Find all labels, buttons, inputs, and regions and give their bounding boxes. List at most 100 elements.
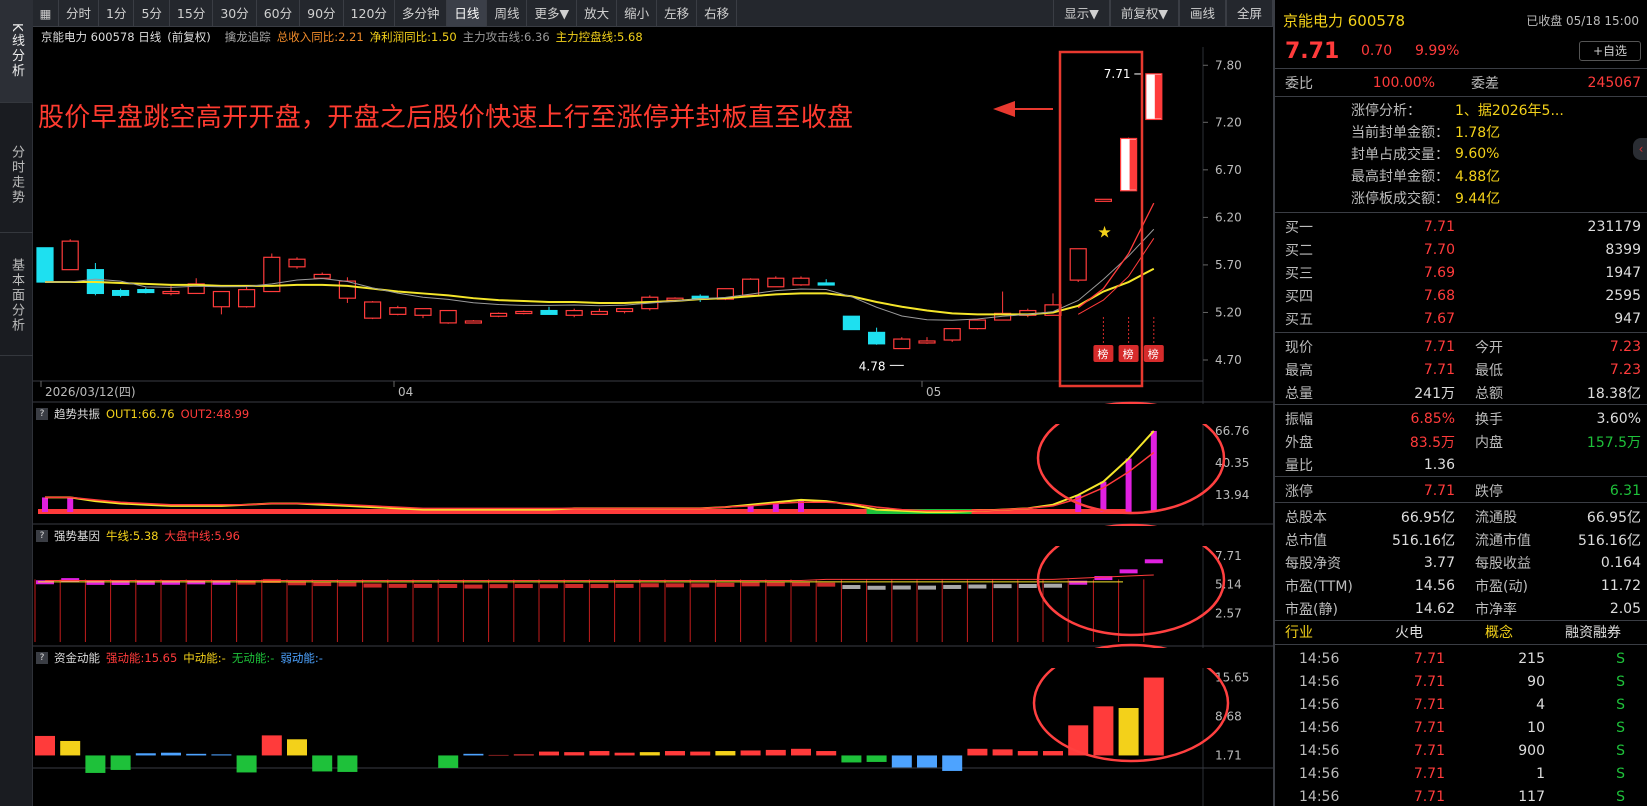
panel3-name: 强势基因 bbox=[54, 529, 100, 543]
indicator-tick-label: 8.68 bbox=[1215, 709, 1242, 723]
toolbar-right-button[interactable]: 画线 bbox=[1178, 0, 1226, 27]
tick-row: 14:56 7.71 10 S bbox=[1275, 716, 1647, 739]
add-watchlist-button[interactable]: +自选 bbox=[1579, 41, 1641, 61]
stat-value: 14.62 bbox=[1414, 600, 1455, 617]
stat-row: 总量 241万 总额 18.38亿 bbox=[1275, 381, 1647, 404]
help-icon[interactable]: ? bbox=[36, 408, 48, 420]
tick-time: 14:56 bbox=[1299, 650, 1340, 667]
toolbar-action-button[interactable]: 右移 bbox=[697, 0, 738, 27]
flow-bar bbox=[614, 752, 635, 756]
tick-row: 14:56 7.71 900 S bbox=[1275, 739, 1647, 762]
candle-body bbox=[439, 309, 457, 324]
gene-bar bbox=[716, 582, 735, 587]
order-ratio-row: 委比 100.00% 委差 245067 bbox=[1275, 71, 1647, 95]
stat-value: 7.23 bbox=[1609, 338, 1641, 355]
period-button[interactable]: 5分 bbox=[134, 0, 170, 27]
bid-row: 买五 7.67 947 bbox=[1275, 307, 1647, 330]
stat-label: 市盈(动) bbox=[1475, 578, 1528, 595]
panel4-weak: 弱动能:- bbox=[280, 651, 323, 665]
period-button[interactable]: 15分 bbox=[170, 0, 214, 27]
price-change-pct: 9.99% bbox=[1415, 43, 1460, 59]
stat-label: 市净率 bbox=[1475, 601, 1517, 618]
candle-body bbox=[288, 258, 306, 268]
flow-bar bbox=[1143, 677, 1164, 756]
indicator-tick-label: 13.94 bbox=[1215, 488, 1249, 502]
period-button[interactable]: 分时 bbox=[59, 0, 100, 27]
help-icon[interactable]: ? bbox=[36, 530, 48, 542]
tick-volume: 1 bbox=[1536, 765, 1545, 782]
toolbar-action-button[interactable]: 放大 bbox=[577, 0, 618, 27]
left-tab-2[interactable]: 分时走势 bbox=[0, 118, 33, 233]
tick-row: 14:56 7.71 117 S bbox=[1275, 785, 1647, 806]
tick-price: 7.71 bbox=[1413, 650, 1445, 667]
analysis-label: 封单占成交量： bbox=[1351, 147, 1449, 163]
flow-bar bbox=[740, 750, 761, 756]
quote-tab[interactable]: 融资融券 bbox=[1565, 622, 1645, 642]
tick-time: 14:56 bbox=[1299, 765, 1340, 782]
stat-value: 7.23 bbox=[1609, 361, 1641, 378]
tick-side: S bbox=[1616, 696, 1625, 713]
period-button[interactable]: 周线 bbox=[487, 0, 528, 27]
quote-tab[interactable]: 行业 bbox=[1285, 622, 1365, 642]
candle-body bbox=[968, 319, 987, 330]
gene-bar bbox=[363, 583, 382, 588]
candle-body bbox=[36, 247, 54, 283]
stat-value: 66.95亿 bbox=[1400, 509, 1455, 526]
period-button[interactable]: 30分 bbox=[213, 0, 257, 27]
grid-icon[interactable]: ▦ bbox=[33, 0, 59, 27]
gene-bar bbox=[1018, 584, 1037, 589]
toolbar-right-buttons: 显示▼ 前复权▼ 画线 全屏 bbox=[1053, 0, 1273, 27]
period-button[interactable]: 90分 bbox=[300, 0, 344, 27]
stat-value: 157.5万 bbox=[1586, 434, 1641, 451]
period-button[interactable]: 60分 bbox=[257, 0, 301, 27]
limit-analysis-row: 涨停分析： 1、据2026年5... bbox=[1275, 99, 1647, 121]
bid-row: 买一 7.71 231179 bbox=[1275, 215, 1647, 238]
gene-bar bbox=[565, 584, 584, 589]
stat-label: 最高 bbox=[1285, 362, 1313, 379]
stat-label: 每股收益 bbox=[1475, 555, 1531, 572]
help-icon[interactable]: ? bbox=[36, 652, 48, 664]
stat-value: 18.38亿 bbox=[1586, 385, 1641, 402]
date-label: 04 bbox=[398, 385, 413, 399]
gene-bar bbox=[943, 584, 962, 589]
period-button[interactable]: 1分 bbox=[99, 0, 135, 27]
stat-row: 总市值 516.16亿 流通市值 516.16亿 bbox=[1275, 528, 1647, 551]
collapse-arrow-icon[interactable]: ‹ bbox=[1633, 138, 1647, 160]
period-button[interactable]: 更多▼ bbox=[527, 0, 578, 27]
toolbar-action-button[interactable]: 缩小 bbox=[617, 0, 658, 27]
period-button[interactable]: 多分钟 bbox=[395, 0, 448, 27]
tick-row: 14:56 7.71 1 S bbox=[1275, 762, 1647, 785]
flow-bar bbox=[463, 753, 484, 756]
indicator-tick-label: 15.65 bbox=[1215, 671, 1249, 685]
bid-price: 7.68 bbox=[1423, 287, 1455, 304]
stat-value: 6.85% bbox=[1410, 410, 1455, 427]
price-tick-label: 5.20 bbox=[1215, 305, 1242, 319]
flow-bar bbox=[135, 753, 156, 756]
price-tick-label: 5.70 bbox=[1215, 258, 1242, 272]
left-tab-3[interactable]: 基本面分析 bbox=[0, 236, 33, 356]
stat-value: 2.05 bbox=[1609, 600, 1641, 617]
period-button[interactable]: 120分 bbox=[344, 0, 395, 27]
candle-body bbox=[767, 277, 785, 288]
quote-tab[interactable]: 火电 bbox=[1395, 622, 1475, 642]
price-tick-label: 7.80 bbox=[1215, 58, 1242, 72]
toolbar-right-button[interactable]: 全屏 bbox=[1225, 0, 1273, 27]
gene-bar bbox=[313, 582, 332, 587]
left-tab-bar: K线分析分时走势 基本面分析 bbox=[0, 0, 33, 806]
gene-bar bbox=[439, 584, 458, 589]
stat-label: 总市值 bbox=[1285, 532, 1327, 549]
period-button[interactable]: 日线 bbox=[447, 0, 488, 27]
chart-toolbar: ▦ 分时 1分 5分 15分 30分 60分 90分 120分 多分钟 日线 周线 更多▼ 放大 缩小左… bbox=[33, 0, 1273, 27]
candle-body bbox=[1069, 248, 1087, 281]
toolbar-action-button[interactable]: 左移 bbox=[657, 0, 698, 27]
trend-bar bbox=[67, 497, 74, 512]
toolbar-right-button[interactable]: 显示▼ bbox=[1053, 0, 1110, 27]
quote-tab[interactable]: 概念 bbox=[1485, 622, 1565, 642]
bid-price: 7.67 bbox=[1423, 310, 1455, 327]
toolbar-right-button[interactable]: 前复权▼ bbox=[1109, 0, 1179, 27]
tick-side: S bbox=[1616, 673, 1625, 690]
metric-revenue: 总收入同比:2.21 bbox=[276, 30, 364, 44]
candle-body bbox=[943, 328, 961, 341]
left-tab-1[interactable]: K线分析 bbox=[0, 0, 33, 103]
tick-time: 14:56 bbox=[1299, 742, 1340, 759]
